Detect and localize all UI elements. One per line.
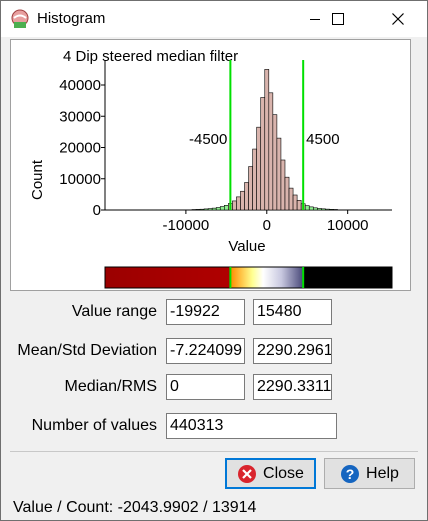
histogram-bar [236,196,241,211]
histogram-bar [215,207,221,211]
x-tick-label: 0 [263,217,271,234]
histogram-bar [211,207,217,211]
value-range-label: Value range [71,303,157,320]
help-icon: ? [341,464,360,483]
help-button[interactable]: ? Help [324,458,415,489]
y-tick-label: 0 [93,202,101,219]
y-tick-label: 40000 [59,77,101,94]
close-circle-icon [238,464,257,483]
histogram-bar [195,209,201,211]
histogram-chart[interactable]: 4 Dip steered median filter Count Value … [11,40,410,290]
close-button-label: Close [263,464,304,482]
title-bar[interactable]: Histogram [1,1,427,37]
close-icon [392,13,404,25]
histogram-bar [203,208,209,211]
number-of-values-label: Number of values [31,417,157,434]
histogram-bar [272,114,278,211]
histogram-bar [321,208,326,211]
histogram-bar [296,200,302,211]
histogram-bar [252,148,257,211]
help-button-label: Help [366,464,399,482]
mean-std-label: Mean/Std Deviation [17,342,157,359]
histogram-bar [304,205,310,211]
chart-title: 4 Dip steered median filter [63,48,238,65]
x-axis-label: Value [228,238,265,255]
histogram-bar [288,187,294,211]
median-rms-label: Median/RMS [64,378,157,395]
histogram-bar [284,176,290,211]
clip-marker-label: -4500 [189,131,227,148]
histogram-bar [219,206,225,211]
histogram-bar [199,208,205,211]
value-range-min-field[interactable]: -19922 [166,299,245,325]
histogram-bar [317,208,322,211]
median-field[interactable]: 0 [166,374,245,400]
y-tick-label: 20000 [59,140,101,157]
status-bar-text: Value / Count: -2043.9902 / 13914 [13,499,257,516]
value-range-max-field[interactable]: 15480 [253,299,332,325]
histogram-window: Histogram 4 Dip steered median filter Co… [0,0,428,521]
colorbar [104,266,393,289]
histogram-bar [207,208,213,211]
histogram-bar [264,69,270,211]
std-deviation-field[interactable]: 2290.2961 [253,338,332,364]
histogram-bar [280,159,286,211]
histogram-bar [244,182,249,211]
rms-field[interactable]: 2290.3311 [253,374,332,400]
histogram-bar [333,209,338,211]
histogram-bar [268,92,274,211]
svg-text:?: ? [346,466,355,482]
clip-marker-label: 4500 [306,131,339,148]
histogram-bar [308,206,314,211]
histogram-bar [240,190,245,211]
number-of-values-field[interactable]: 440313 [166,413,337,439]
app-icon [11,9,29,28]
mean-field[interactable]: -7.224099 [166,338,245,364]
histogram-bar [292,194,298,211]
histogram-bar [329,209,334,211]
x-tick-label: 10000 [327,217,369,234]
maximize-button[interactable] [315,1,361,37]
separator [10,451,418,452]
histogram-bar [312,207,318,211]
window-close-button[interactable] [375,1,421,37]
y-tick-label: 10000 [59,171,101,188]
y-tick-label: 30000 [59,108,101,125]
histogram-bar [224,205,229,211]
maximize-icon [332,13,344,25]
histogram-bar [276,137,282,211]
window-title: Histogram [37,10,106,27]
x-tick-label: -10000 [163,217,210,234]
histogram-bar [232,200,237,211]
histogram-bar [260,97,266,211]
histogram-bar [325,208,330,211]
close-button[interactable]: Close [225,458,316,489]
histogram-plot-area[interactable]: 4 Dip steered median filter Count Value … [10,39,411,291]
y-axis-label: Count [29,159,46,200]
histogram-bar [248,166,253,211]
histogram-bar [256,126,262,211]
